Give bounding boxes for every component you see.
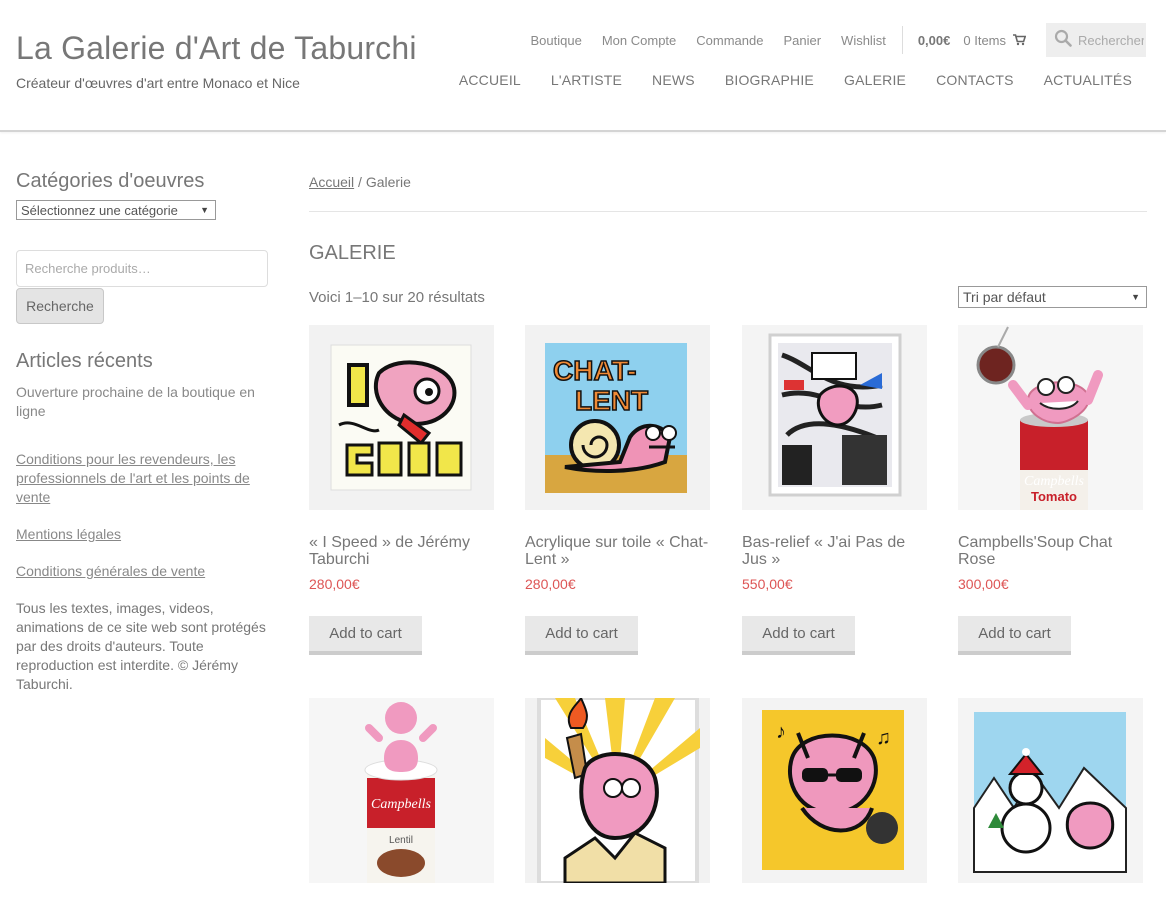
- chevron-down-icon: ▼: [1131, 292, 1140, 302]
- product-image-jai-pas-de-jus[interactable]: [742, 325, 927, 510]
- nav-news[interactable]: NEWS: [652, 72, 695, 88]
- categories-title: Catégories d'oeuvres: [16, 170, 205, 192]
- cart-items-count: 0 Items: [963, 32, 1006, 48]
- add-to-cart-button[interactable]: Add to cart: [525, 616, 638, 655]
- main-nav: ACCUEIL L'ARTISTE NEWS BIOGRAPHIE GALERI…: [459, 72, 1132, 88]
- product-card: Campbells Lentil: [309, 698, 494, 883]
- product-card: « I Speed » de Jérémy Taburchi 280,00€ A…: [309, 325, 494, 655]
- result-count: Voici 1–10 sur 20 résultats: [309, 288, 485, 306]
- product-image-chat-lent[interactable]: CHAT- LENT: [525, 325, 710, 510]
- results-toolbar: Voici 1–10 sur 20 résultats Tri par défa…: [309, 286, 1147, 308]
- breadcrumb-separator: /: [354, 174, 366, 190]
- product-card: ♪ ♫: [742, 698, 927, 883]
- link-mentions-legales[interactable]: Mentions légales: [16, 525, 270, 544]
- toplink-commande[interactable]: Commande: [696, 33, 763, 48]
- svg-text:LENT: LENT: [575, 385, 648, 416]
- breadcrumb-home[interactable]: Accueil: [309, 174, 354, 190]
- top-bar: Boutique Mon Compte Commande Panier Wish…: [531, 22, 1146, 58]
- add-to-cart-button[interactable]: Add to cart: [742, 616, 855, 655]
- cart-icon: [1013, 34, 1026, 46]
- product-image-campbells-chat-rose[interactable]: Campbells Tomato: [958, 325, 1143, 510]
- product-image-i-speed[interactable]: [309, 325, 494, 510]
- product-title[interactable]: Bas-relief « J'ai Pas de Jus »: [742, 534, 927, 568]
- svg-text:Campbells: Campbells: [371, 797, 431, 812]
- product-card: [525, 698, 710, 883]
- product-search-input[interactable]: [16, 250, 268, 287]
- product-image-lentil-soup[interactable]: Campbells Lentil: [309, 698, 494, 883]
- product-image-flambeau[interactable]: [525, 698, 710, 883]
- breadcrumb-current: Galerie: [365, 174, 411, 190]
- product-card: Campbells Tomato Campbells'Soup Chat Ros…: [958, 325, 1143, 655]
- site-header: La Galerie d'Art de Taburchi Créateur d'…: [0, 0, 1166, 132]
- category-select-value: Sélectionnez une catégorie: [21, 202, 178, 218]
- divider: [309, 211, 1147, 212]
- search-icon[interactable]: [1054, 29, 1072, 52]
- product-image-chat-musique[interactable]: ♪ ♫: [742, 698, 927, 883]
- site-description: Créateur d'œuvres d'art entre Monaco et …: [16, 75, 300, 91]
- product-card: [958, 698, 1143, 883]
- sidebar: Catégories d'oeuvres Sélectionnez une ca…: [16, 170, 270, 694]
- chevron-down-icon: ▼: [200, 205, 209, 215]
- product-price: 280,00€: [309, 576, 360, 592]
- breadcrumb: Accueil / Galerie: [309, 174, 1147, 190]
- site-title[interactable]: La Galerie d'Art de Taburchi: [16, 30, 417, 67]
- svg-text:CHAT-: CHAT-: [553, 355, 636, 386]
- product-price: 300,00€: [958, 576, 1009, 592]
- sort-select[interactable]: Tri par défaut ▼: [958, 286, 1147, 308]
- cart-total: 0,00€: [917, 32, 951, 48]
- nav-galerie[interactable]: GALERIE: [844, 72, 906, 88]
- mini-cart[interactable]: 0,00€ 0 Items: [901, 26, 1026, 54]
- product-price: 550,00€: [742, 576, 793, 592]
- product-search-button[interactable]: Recherche: [16, 288, 104, 324]
- sort-select-value: Tri par défaut: [963, 289, 1046, 305]
- nav-artiste[interactable]: L'ARTISTE: [551, 72, 622, 88]
- header-search-input[interactable]: [1078, 32, 1144, 48]
- link-cgv[interactable]: Conditions générales de vente: [16, 562, 270, 581]
- toplink-wishlist[interactable]: Wishlist: [841, 33, 886, 48]
- toplink-panier[interactable]: Panier: [783, 33, 821, 48]
- nav-actualites[interactable]: ACTUALITÉS: [1044, 72, 1132, 88]
- product-title[interactable]: Campbells'Soup Chat Rose: [958, 534, 1143, 568]
- link-revendeurs[interactable]: Conditions pour les revendeurs, les prof…: [16, 450, 270, 507]
- add-to-cart-button[interactable]: Add to cart: [958, 616, 1071, 655]
- nav-contacts[interactable]: CONTACTS: [936, 72, 1014, 88]
- svg-text:♪: ♪: [776, 719, 786, 743]
- svg-text:♫: ♫: [876, 725, 891, 749]
- product-title[interactable]: « I Speed » de Jérémy Taburchi: [309, 534, 494, 568]
- product-card: Bas-relief « J'ai Pas de Jus » 550,00€ A…: [742, 325, 927, 655]
- svg-text:Campbells: Campbells: [1024, 474, 1084, 489]
- product-image-bonhomme-de-neige[interactable]: [958, 698, 1143, 883]
- svg-text:Tomato: Tomato: [1031, 489, 1077, 504]
- main-content: Accueil / Galerie GALERIE Voici 1–10 sur…: [309, 170, 1147, 883]
- svg-text:Lentil: Lentil: [389, 835, 413, 846]
- nav-accueil[interactable]: ACCUEIL: [459, 72, 521, 88]
- recent-post-item[interactable]: Ouverture prochaine de la boutique en li…: [16, 383, 270, 421]
- header-search: [1046, 23, 1146, 57]
- toplink-mon-compte[interactable]: Mon Compte: [602, 33, 676, 48]
- copyright-note: Tous les textes, images, videos, animati…: [16, 600, 266, 692]
- product-title[interactable]: Acrylique sur toile « Chat-Lent »: [525, 534, 710, 568]
- nav-biographie[interactable]: BIOGRAPHIE: [725, 72, 814, 88]
- recent-posts-title: Articles récents: [16, 350, 153, 372]
- page-title: GALERIE: [309, 242, 396, 264]
- toplink-boutique[interactable]: Boutique: [531, 33, 582, 48]
- category-select[interactable]: Sélectionnez une catégorie ▼: [16, 200, 216, 220]
- add-to-cart-button[interactable]: Add to cart: [309, 616, 422, 655]
- product-price: 280,00€: [525, 576, 576, 592]
- product-card: CHAT- LENT Acrylique sur toile « Chat-Le…: [525, 325, 710, 655]
